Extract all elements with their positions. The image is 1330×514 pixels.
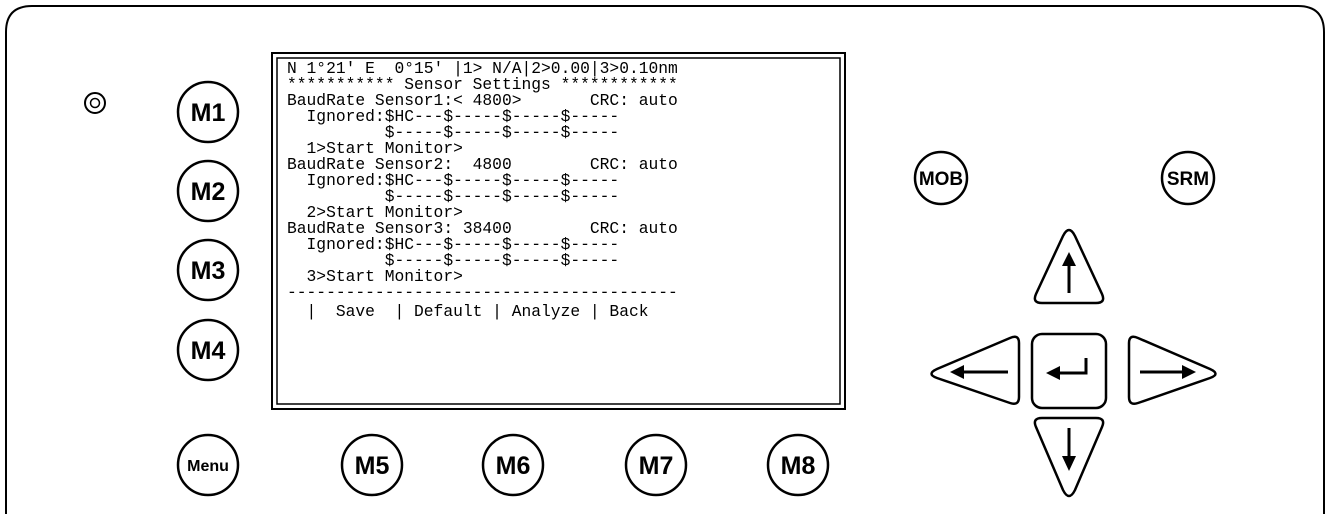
- svg-text:M7: M7: [639, 452, 674, 480]
- svg-text:M1: M1: [191, 99, 226, 127]
- menu-button[interactable]: Menu: [176, 433, 240, 497]
- m7-button[interactable]: M7: [624, 433, 688, 497]
- m2-button[interactable]: M2: [176, 159, 240, 223]
- svg-text:MOB: MOB: [919, 169, 963, 190]
- m6-button[interactable]: M6: [481, 433, 545, 497]
- mob-button[interactable]: MOB: [913, 150, 969, 206]
- svg-text:M5: M5: [355, 452, 390, 480]
- m1-button[interactable]: M1: [176, 80, 240, 144]
- svg-text:M2: M2: [191, 178, 226, 206]
- svg-text:M6: M6: [496, 452, 531, 480]
- power-led-icon: [84, 92, 106, 114]
- m3-button[interactable]: M3: [176, 238, 240, 302]
- up-button[interactable]: [1033, 228, 1105, 305]
- enter-button[interactable]: [1030, 332, 1108, 410]
- svg-text:M8: M8: [781, 452, 816, 480]
- m4-button[interactable]: M4: [176, 318, 240, 382]
- svg-text:M4: M4: [191, 337, 226, 365]
- down-button[interactable]: [1033, 416, 1105, 498]
- srm-button[interactable]: SRM: [1160, 150, 1216, 206]
- m8-button[interactable]: M8: [766, 433, 830, 497]
- svg-text:Menu: Menu: [187, 458, 229, 475]
- right-button[interactable]: [1127, 335, 1217, 405]
- m5-button[interactable]: M5: [340, 433, 404, 497]
- lcd-divider: ----------------------------------------: [287, 283, 678, 302]
- lcd-softkey-bar: | Save | Default | Analyze | Back: [287, 302, 649, 321]
- svg-text:SRM: SRM: [1167, 169, 1209, 190]
- svg-text:M3: M3: [191, 257, 226, 285]
- left-button[interactable]: [930, 335, 1021, 405]
